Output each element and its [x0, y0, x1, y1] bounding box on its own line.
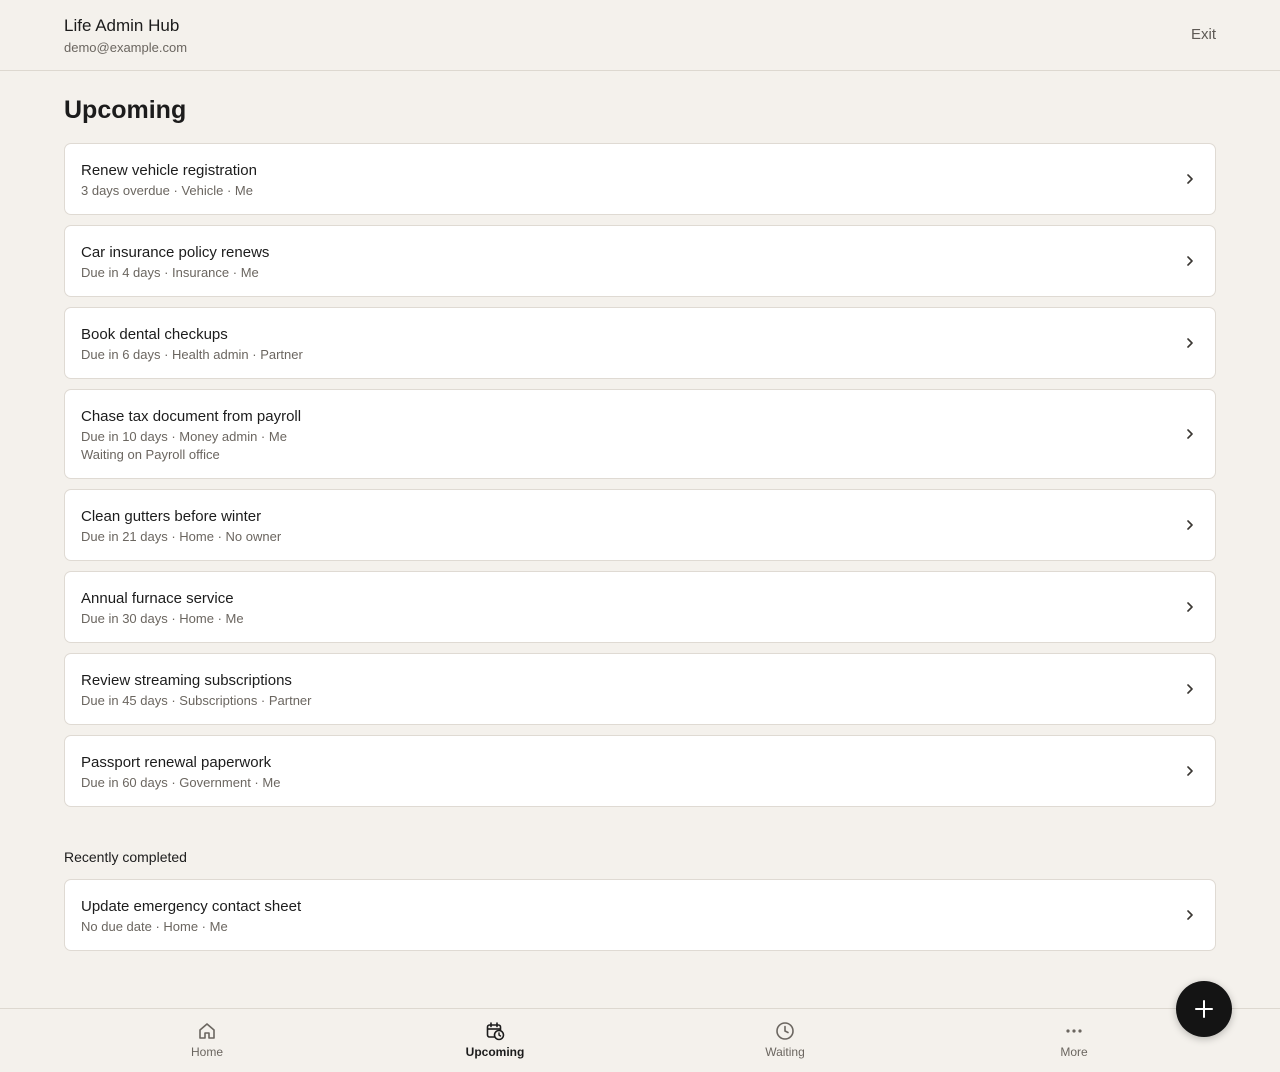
- task-meta: Due in 4 days · Insurance · Me: [81, 265, 259, 280]
- task-title: Passport renewal paperwork: [81, 754, 272, 771]
- task-meta: Due in 30 days · Home · Me: [81, 611, 244, 626]
- clock-icon: [776, 1022, 794, 1040]
- task-title: Chase tax document from payroll: [81, 408, 302, 425]
- more-horizontal-icon: [1066, 1029, 1082, 1033]
- task-card[interactable]: Book dental checkups Due in 6 days · Hea…: [64, 307, 1216, 379]
- add-task-button[interactable]: [1176, 981, 1232, 1037]
- nav-item-upcoming[interactable]: Upcoming: [435, 1009, 555, 1072]
- recently-completed-heading: Recently completed: [64, 849, 187, 865]
- app-header: Life Admin Hub demo@example.com Exit: [0, 0, 1280, 71]
- task-card[interactable]: Annual furnace service Due in 30 days · …: [64, 571, 1216, 643]
- home-icon: [199, 1023, 215, 1039]
- chevron-right-icon: [1187, 338, 1193, 348]
- task-meta: Due in 10 days · Money admin · Me: [81, 429, 287, 444]
- task-meta: No due date · Home · Me: [81, 919, 228, 934]
- calendar-clock-icon: [486, 1022, 505, 1041]
- nav-label: More: [1060, 1045, 1088, 1059]
- exit-button[interactable]: Exit: [1191, 26, 1216, 43]
- nav-label: Home: [190, 1045, 223, 1059]
- task-card[interactable]: Update emergency contact sheet No due da…: [64, 879, 1216, 951]
- chevron-right-icon: [1187, 766, 1193, 776]
- task-meta: Due in 45 days · Subscriptions · Partner: [81, 693, 312, 708]
- task-meta: Due in 6 days · Health admin · Partner: [81, 347, 303, 362]
- bottom-nav: Home Upcoming Waiting More: [0, 1008, 1280, 1071]
- task-meta: Due in 60 days · Government · Me: [81, 775, 281, 790]
- plus-icon: [1195, 1000, 1213, 1018]
- upcoming-task-list: Renew vehicle registration 3 days overdu…: [64, 143, 1216, 817]
- nav-label: Upcoming: [465, 1045, 525, 1059]
- chevron-right-icon: [1187, 910, 1193, 920]
- chevron-right-icon: [1187, 429, 1193, 439]
- completed-task-list: Update emergency contact sheet No due da…: [64, 879, 1216, 961]
- chevron-right-icon: [1187, 174, 1193, 184]
- task-meta: Due in 21 days · Home · No owner: [81, 529, 282, 544]
- app-title: Life Admin Hub: [64, 16, 180, 35]
- task-card[interactable]: Renew vehicle registration 3 days overdu…: [64, 143, 1216, 215]
- task-title: Renew vehicle registration: [81, 162, 257, 179]
- task-meta: 3 days overdue · Vehicle · Me: [81, 183, 253, 198]
- task-title: Clean gutters before winter: [81, 508, 262, 525]
- nav-label: Waiting: [765, 1045, 805, 1059]
- task-card[interactable]: Review streaming subscriptions Due in 45…: [64, 653, 1216, 725]
- nav-item-waiting[interactable]: Waiting: [725, 1009, 845, 1072]
- task-title: Annual furnace service: [81, 590, 234, 607]
- chevron-right-icon: [1187, 684, 1193, 694]
- task-title: Book dental checkups: [81, 326, 228, 343]
- user-email: demo@example.com: [64, 40, 188, 55]
- chevron-right-icon: [1187, 520, 1193, 530]
- chevron-right-icon: [1187, 602, 1193, 612]
- chevron-right-icon: [1187, 256, 1193, 266]
- task-title: Update emergency contact sheet: [81, 898, 302, 915]
- task-waiting-note: Waiting on Payroll office: [81, 447, 220, 462]
- task-card[interactable]: Car insurance policy renews Due in 4 day…: [64, 225, 1216, 297]
- task-title: Review streaming subscriptions: [81, 672, 292, 689]
- task-card[interactable]: Clean gutters before winter Due in 21 da…: [64, 489, 1216, 561]
- nav-item-more[interactable]: More: [1014, 1009, 1134, 1072]
- page-title: Upcoming: [64, 96, 187, 124]
- task-title: Car insurance policy renews: [81, 244, 270, 261]
- nav-item-home[interactable]: Home: [147, 1009, 267, 1072]
- task-card[interactable]: Passport renewal paperwork Due in 60 day…: [64, 735, 1216, 807]
- task-card[interactable]: Chase tax document from payroll Due in 1…: [64, 389, 1216, 479]
